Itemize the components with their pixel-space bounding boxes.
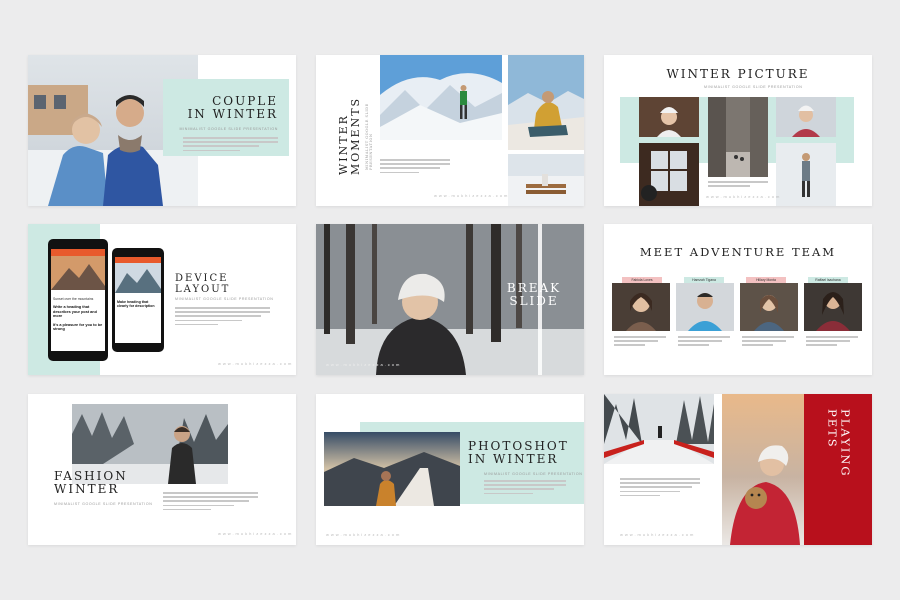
title-line1: PHOTOSHOT	[468, 439, 569, 453]
body-text-lines	[380, 159, 450, 176]
website-url[interactable]: www.mukhizezza.com	[218, 531, 293, 536]
slide-fashion-winter[interactable]: FASHION WINTER Minimalist Google Slide P…	[28, 394, 296, 545]
team-photo-1	[612, 283, 670, 331]
phone-heading: Write a heading that describes your post…	[53, 305, 97, 319]
slide-title: WINTER MOMENTS	[337, 75, 363, 175]
team-photo-3	[740, 283, 798, 331]
slide-couple-in-winter[interactable]: COUPLE IN WINTER Minimalist Google Slide…	[28, 55, 296, 206]
website-url[interactable]: www.mukhizezza.com	[620, 532, 695, 537]
slide-winter-picture[interactable]: WINTER PICTURE Minimalist Google Slide P…	[604, 55, 872, 206]
window-photo	[639, 143, 699, 206]
slide-photoshot-winter[interactable]: PHOTOSHOT IN WINTER Minimalist Google Sl…	[316, 394, 584, 545]
slide-title: FASHION WINTER	[54, 470, 128, 496]
title-line2: IN WINTER	[468, 451, 559, 466]
title-line1: FASHION	[54, 469, 128, 483]
body-text-lines	[678, 336, 730, 349]
snow-walk-photo	[776, 143, 836, 206]
team-photo-2	[676, 283, 734, 331]
title-line2: PETS	[825, 409, 840, 449]
body-text-lines	[806, 336, 858, 349]
mountain-photo	[380, 55, 502, 140]
body-text-lines	[742, 336, 794, 349]
body-text-lines	[620, 478, 700, 499]
slide-subtitle: Minimalist Google Slide Presentation	[704, 85, 803, 89]
title-line2: LAYOUT	[175, 283, 231, 295]
woman-red-photo	[776, 97, 836, 137]
body-text-lines	[484, 480, 566, 497]
slide-playing-pets[interactable]: www.mukhizezza.com PLAYING PETS	[604, 394, 872, 545]
phone-hero-image-2	[115, 263, 161, 293]
title-line1: WINTER	[337, 114, 350, 175]
slide-subtitle: Minimalist Google Slide Presentation	[365, 103, 373, 170]
body-text-lines	[175, 307, 270, 328]
title-line1: PLAYING	[838, 409, 853, 478]
street-photo	[708, 97, 768, 177]
sunset-road-photo	[324, 432, 460, 506]
divider-line	[538, 224, 542, 375]
slide-subtitle: Minimalist Google Slide Presentation	[484, 472, 583, 476]
sitting-woman-photo	[508, 55, 584, 150]
title-line2: IN WINTER	[187, 106, 278, 121]
slide-adventure-team[interactable]: MEET ADVENTURE TEAM Fabiola Loves Hamzah…	[604, 224, 872, 375]
website-url[interactable]: www.mukhizezza.com	[326, 362, 401, 367]
website-url[interactable]: www.mukhizezza.com	[706, 194, 781, 199]
slide-device-layout[interactable]: Sunset over the mountains Write a headin…	[28, 224, 296, 375]
title-line2: WINTER	[54, 481, 120, 496]
woman-hat-photo	[639, 97, 699, 137]
title-line2: MOMENTS	[349, 96, 363, 175]
slide-title: COUPLE IN WINTER	[178, 95, 278, 121]
body-text-lines	[708, 181, 768, 189]
title-line2: SLIDE	[509, 293, 559, 308]
phone-mockup-1: Sunset over the mountains Write a headin…	[48, 239, 108, 361]
red-bridge-photo	[604, 394, 714, 464]
slide-title: DEVICE LAYOUT	[175, 273, 231, 296]
slide-title: MEET ADVENTURE TEAM	[639, 245, 837, 259]
phone-text: Sunset over the mountains	[53, 297, 94, 301]
body-text-lines	[163, 492, 258, 513]
slide-title: WINTER PICTURE	[666, 67, 810, 81]
phone-mockup-2: Make heading that clearly for descriptio…	[112, 248, 164, 352]
phone-heading: Make heading that clearly for descriptio…	[117, 300, 155, 309]
slide-subtitle: Minimalist Google Slide Presentation	[179, 127, 278, 131]
woman-dog-photo	[722, 394, 804, 545]
phone-hero-image	[51, 256, 105, 290]
slide-title: PLAYING PETS	[825, 409, 853, 529]
bench-photo	[508, 154, 584, 206]
slide-subtitle: Minimalist Google Slide Presentation	[54, 502, 153, 506]
website-url[interactable]: www.mukhizezza.com	[218, 361, 293, 366]
slide-winter-moments[interactable]: WINTER MOMENTS Minimalist Google Slide P…	[316, 55, 584, 206]
slide-title: BREAK SLIDE	[504, 282, 564, 308]
title-line1: COUPLE	[212, 94, 278, 108]
website-url[interactable]: www.mukhizezza.com	[326, 532, 401, 537]
phone-heading-2: It's a pleasure for you to be strong	[53, 322, 103, 332]
website-url[interactable]: www.mukhizezza.com	[434, 193, 509, 198]
body-text-lines	[614, 336, 666, 349]
body-text-lines	[183, 137, 278, 154]
title-line1: BREAK	[506, 281, 562, 295]
slide-title: PHOTOSHOT IN WINTER	[468, 440, 569, 466]
slide-subtitle: Minimalist Google Slide Presentation	[175, 297, 274, 301]
slide-break[interactable]: BREAK SLIDE www.mukhizezza.com	[316, 224, 584, 375]
team-photo-4	[804, 283, 862, 331]
